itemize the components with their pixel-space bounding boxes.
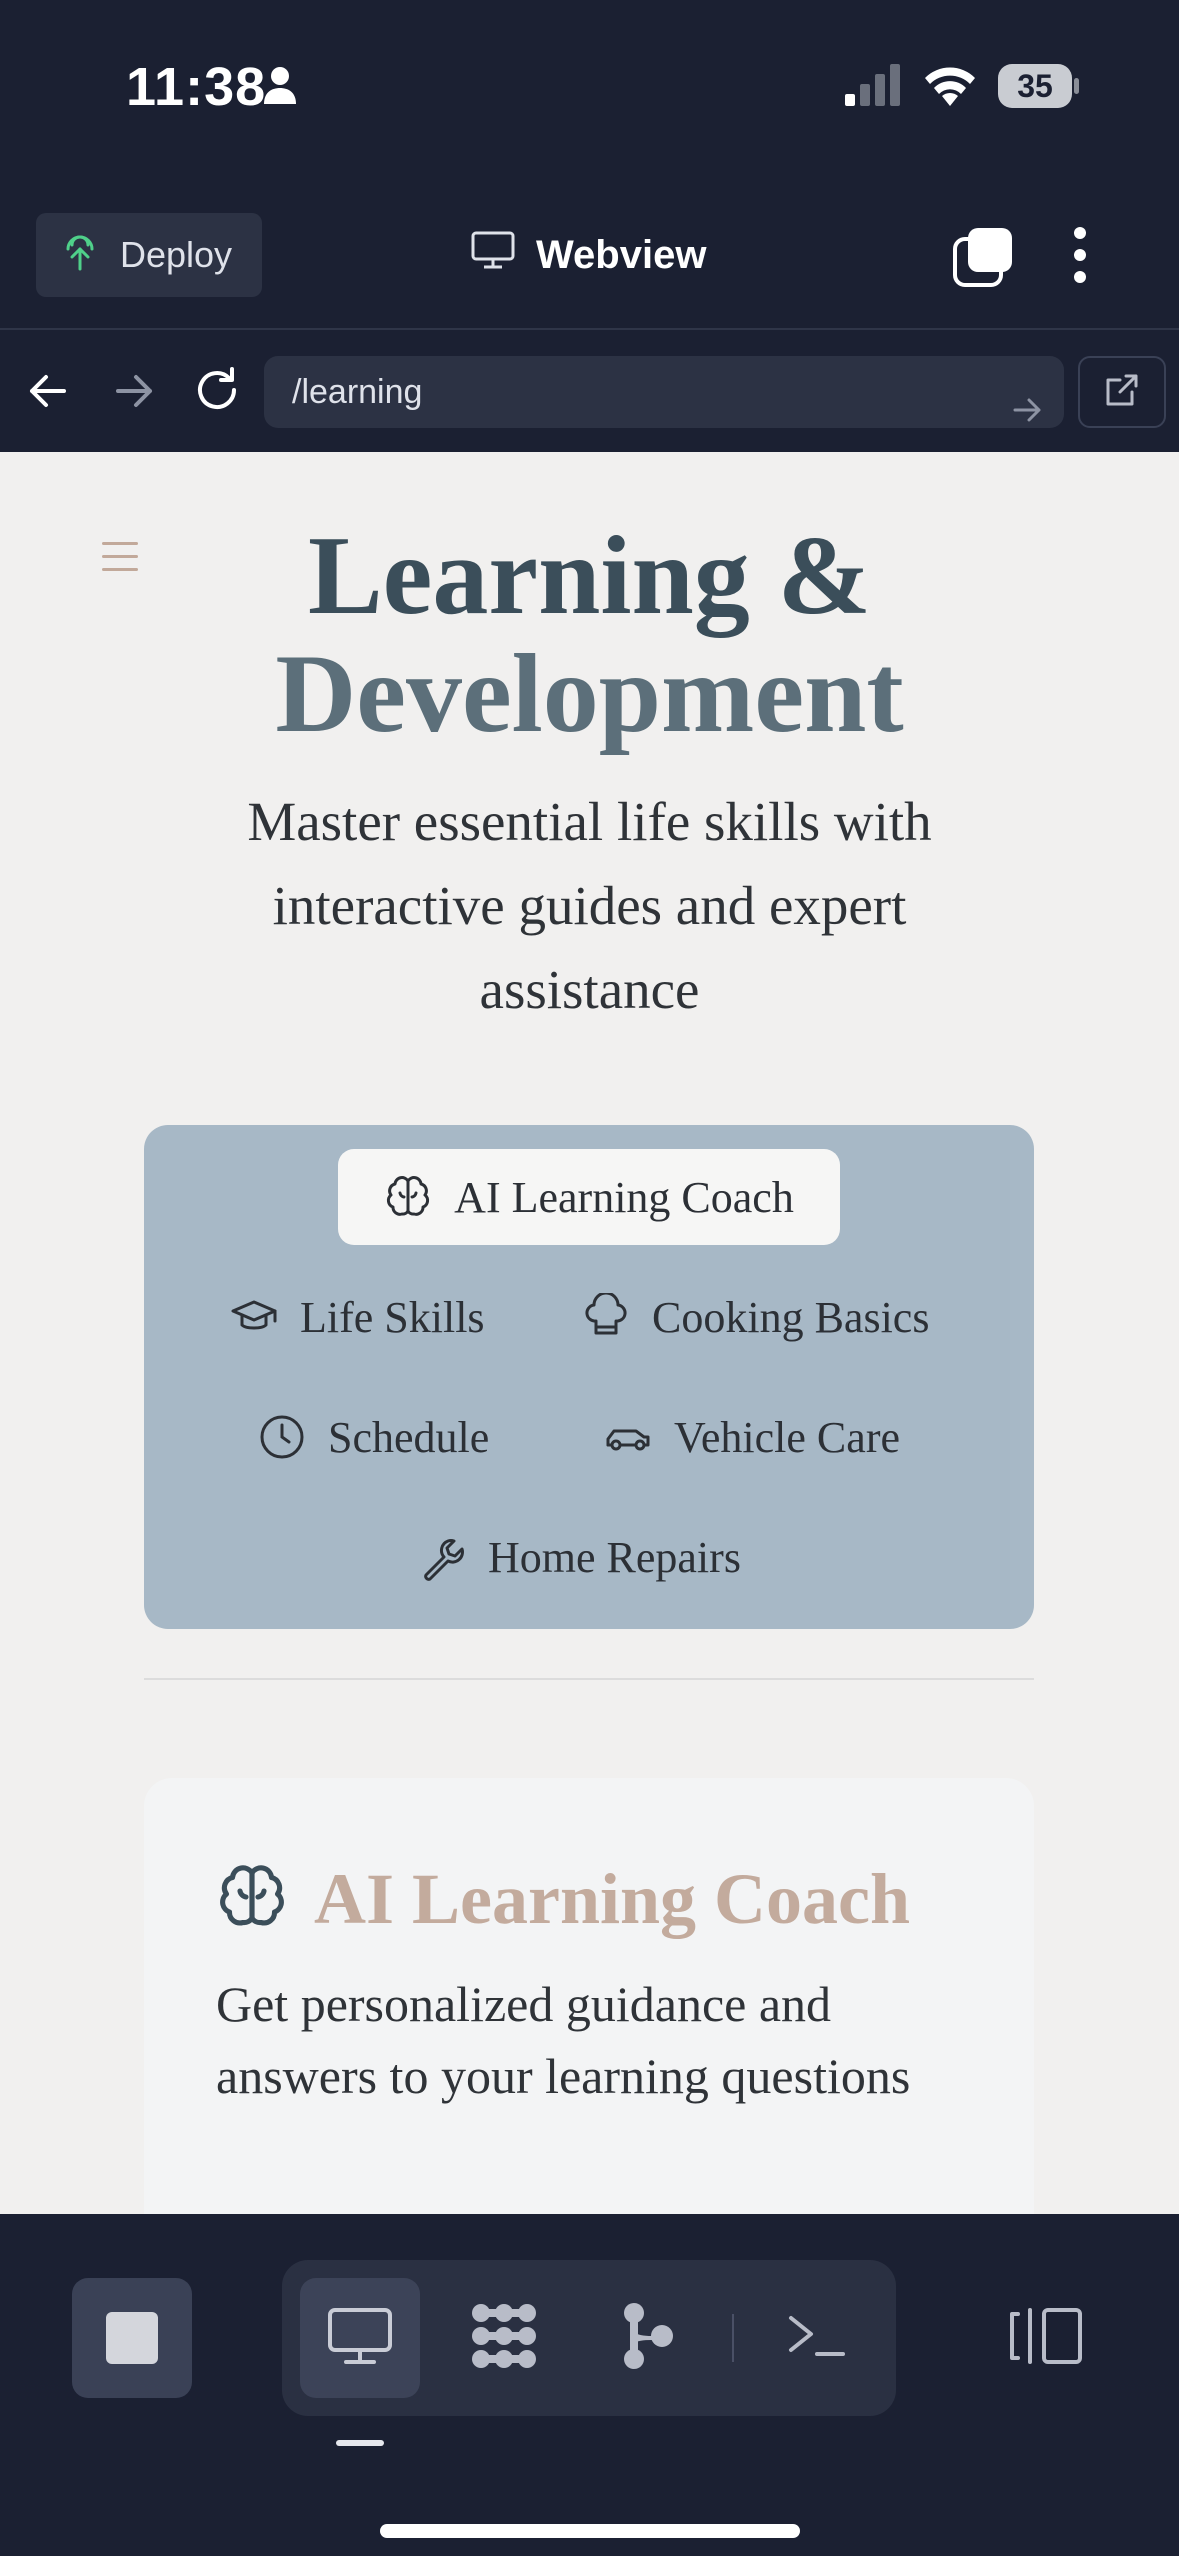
apps-tool-button[interactable] xyxy=(444,2278,564,2398)
clock-icon xyxy=(258,1413,306,1461)
bottom-toolbar xyxy=(0,2214,1179,2556)
reload-icon[interactable] xyxy=(192,365,242,420)
stop-button[interactable] xyxy=(72,2278,192,2398)
apps-grid-icon xyxy=(467,2301,541,2376)
deploy-button[interactable]: Deploy xyxy=(36,213,262,297)
page-title-line2: Development xyxy=(275,632,904,756)
brain-icon xyxy=(384,1173,432,1221)
battery-indicator: 35 xyxy=(998,64,1079,108)
home-indicator xyxy=(380,2524,800,2538)
tab-label: Life Skills xyxy=(300,1292,485,1342)
git-tool-button[interactable] xyxy=(588,2278,708,2398)
external-link-icon xyxy=(1104,372,1140,413)
tabs-switcher-icon[interactable] xyxy=(952,227,1014,292)
webview-content: Learning & Development Master essential … xyxy=(0,452,1179,2214)
battery-level: 35 xyxy=(1017,68,1053,104)
tab-label: AI Learning Coach xyxy=(454,1172,794,1222)
tab-life-skills[interactable]: Life Skills xyxy=(230,1269,485,1365)
url-text: /learning xyxy=(292,373,423,411)
status-time: 11:38 xyxy=(126,57,267,117)
url-bar-row: /learning xyxy=(0,331,1179,452)
tab-label: Vehicle Care xyxy=(674,1412,900,1462)
more-options-icon[interactable] xyxy=(1070,225,1090,290)
tool-switcher xyxy=(282,2260,896,2416)
card-title: AI Learning Coach xyxy=(314,1859,911,1939)
tab-ai-learning-coach[interactable]: AI Learning Coach xyxy=(338,1149,840,1245)
terminal-icon xyxy=(785,2310,847,2367)
back-arrow-icon[interactable] xyxy=(24,367,72,420)
section-divider xyxy=(144,1678,1034,1680)
tab-home-repairs[interactable]: Home Repairs xyxy=(418,1509,741,1605)
chef-hat-icon xyxy=(582,1293,630,1341)
webview-tool-button[interactable] xyxy=(300,2278,420,2398)
page-title: Learning & Development xyxy=(0,517,1179,753)
graduation-cap-icon xyxy=(230,1293,278,1341)
go-arrow-icon[interactable] xyxy=(1012,378,1042,450)
tab-label: Schedule xyxy=(328,1412,490,1462)
panel-layout-icon[interactable] xyxy=(1008,2306,1084,2371)
tab-cooking-basics[interactable]: Cooking Basics xyxy=(582,1269,929,1365)
wrench-icon xyxy=(418,1533,466,1581)
tab-vehicle-care[interactable]: Vehicle Care xyxy=(604,1389,900,1485)
monitor-icon xyxy=(470,230,516,280)
webview-title: Webview xyxy=(470,225,706,285)
status-bar: 11:38 35 xyxy=(0,0,1179,175)
page-subtitle: Master essential life skills with intera… xyxy=(247,791,932,1020)
deploy-label: Deploy xyxy=(120,234,233,275)
webview-title-label: Webview xyxy=(536,232,707,277)
cellular-signal-icon xyxy=(843,64,903,111)
car-icon xyxy=(604,1413,652,1461)
active-tool-indicator xyxy=(336,2440,384,2446)
url-input[interactable]: /learning xyxy=(264,356,1064,428)
person-icon xyxy=(262,66,298,111)
tab-label: Cooking Basics xyxy=(652,1292,930,1342)
tool-separator xyxy=(732,2314,734,2362)
brain-icon xyxy=(216,1861,288,1938)
ai-coach-card: AI Learning Coach Get personalized guida… xyxy=(144,1778,1034,2214)
shell-tool-button[interactable] xyxy=(756,2278,876,2398)
category-tabs: AI Learning Coach Life Skills Cooking Ba… xyxy=(144,1125,1034,1629)
card-description: Get personalized guidance and answers to… xyxy=(216,1976,911,2104)
open-external-button[interactable] xyxy=(1078,356,1166,428)
page-title-line1: Learning & xyxy=(307,514,872,638)
forward-arrow-icon[interactable] xyxy=(110,367,158,420)
git-branch-icon xyxy=(622,2301,674,2376)
app-toolbar: Deploy Webview xyxy=(0,175,1179,330)
tab-schedule[interactable]: Schedule xyxy=(258,1389,489,1485)
deploy-icon xyxy=(62,231,98,280)
monitor-icon xyxy=(326,2306,394,2371)
stop-icon xyxy=(106,2312,158,2364)
wifi-icon xyxy=(922,62,978,111)
tab-label: Home Repairs xyxy=(488,1532,741,1582)
card-header: AI Learning Coach xyxy=(216,1858,910,1941)
